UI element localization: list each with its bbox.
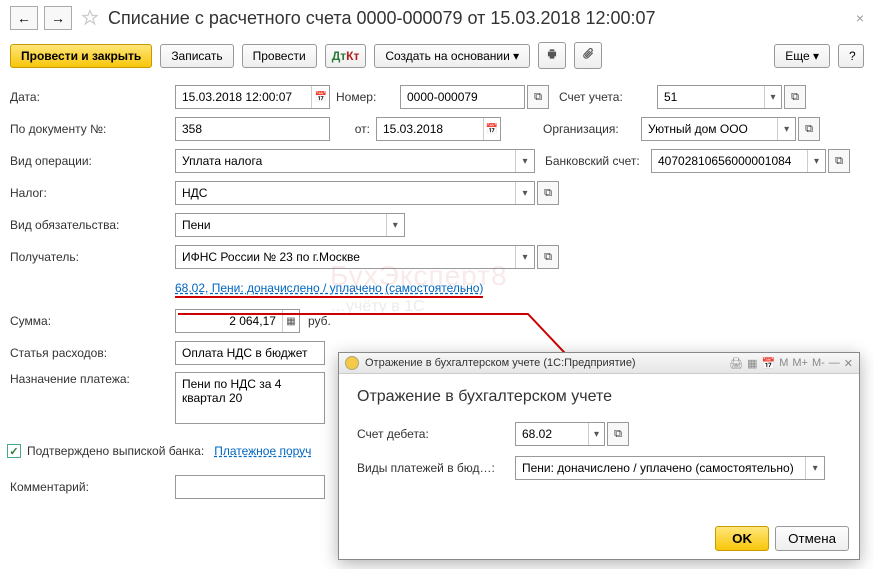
sum-label: Сумма: [10,314,175,328]
bank-label: Банковский счет: [535,154,651,168]
dropdown-icon[interactable]: ▾ [777,118,795,140]
forward-button[interactable]: → [44,6,72,30]
modal-titlebar: Отражение в бухгалтерском учете (1С:Пред… [339,353,859,374]
obligation-field[interactable]: ▾ [175,213,405,237]
account-ext-button[interactable]: ⧉ [784,85,806,109]
number-field[interactable] [400,85,525,109]
payment-order-link[interactable]: Платежное поруч [214,444,311,458]
tool-grid-icon[interactable]: ▦ [747,357,757,370]
purpose-field[interactable]: Пени по НДС за 4 квартал 20 [175,372,325,424]
operation-label: Вид операции: [10,154,175,168]
modal-heading: Отражение в бухгалтерском учете [357,388,841,406]
dropdown-icon[interactable]: ▾ [588,423,604,445]
tax-field[interactable]: ▾ [175,181,535,205]
from-label: от: [330,122,370,136]
confirmed-label: Подтверждено выпиской банка: [27,444,204,458]
save-button[interactable]: Записать [160,44,233,68]
date-label: Дата: [10,90,175,104]
page-title: Списание с расчетного счета 0000-000079 … [108,8,850,29]
number-ext-button[interactable]: ⧉ [527,85,549,109]
dropdown-icon[interactable]: ▾ [807,150,825,172]
obligation-label: Вид обязательства: [10,218,175,232]
favorite-star-icon[interactable] [80,8,100,28]
toolbar: Провести и закрыть Записать Провести ДтК… [0,36,874,80]
account-label: Счет учета: [549,90,649,104]
print-button[interactable] [538,42,566,69]
org-label: Организация: [533,122,633,136]
account-field[interactable]: ▾ [657,85,782,109]
window-header: ← → Списание с расчетного счета 0000-000… [0,0,874,36]
tool-calendar-icon[interactable]: 📅 [761,357,775,370]
close-icon[interactable]: × [856,10,864,26]
modal-minimize-icon[interactable]: — [829,357,840,370]
dt-kt-button[interactable]: ДтКт [325,44,367,68]
bank-field[interactable]: ▾ [651,149,826,173]
comment-label: Комментарий: [10,480,175,494]
expense-label: Статья расходов: [10,346,175,360]
number-label: Номер: [330,90,400,104]
payee-label: Получатель: [10,250,175,264]
cancel-button[interactable]: Отмена [775,526,849,551]
expense-field[interactable] [175,341,325,365]
debit-field[interactable]: ▾ [515,422,605,446]
dropdown-icon[interactable]: ▾ [515,246,534,268]
paperclip-icon [581,47,595,61]
modal-window-title: Отражение в бухгалтерском учете (1С:Пред… [365,357,636,369]
docnum-field[interactable] [175,117,330,141]
calculator-icon[interactable]: ▦ [282,310,299,332]
tool-m-plus[interactable]: M+ [792,357,808,370]
debit-ext-button[interactable]: ⧉ [607,422,629,446]
calendar-icon[interactable]: 📅 [483,118,500,140]
accounting-modal: Отражение в бухгалтерском учете (1С:Пред… [338,352,860,560]
docnum-label: По документу №: [10,122,175,136]
dropdown-icon[interactable]: ▾ [805,457,824,479]
app-icon [345,356,359,370]
org-ext-button[interactable]: ⧉ [798,117,820,141]
purpose-label: Назначение платежа: [10,372,175,386]
ok-button[interactable]: OK [715,526,769,551]
bank-ext-button[interactable]: ⧉ [828,149,850,173]
tool-m[interactable]: M [779,357,788,370]
dropdown-icon[interactable]: ▾ [386,214,404,236]
paytype-label: Виды платежей в бюд…: [357,461,515,475]
calendar-icon[interactable]: 📅 [311,86,329,108]
accounting-link[interactable]: 68.02, Пени: доначислено / уплачено (сам… [175,281,483,298]
payee-field[interactable]: ▾ [175,245,535,269]
attach-button[interactable] [574,42,602,69]
back-button[interactable]: ← [10,6,38,30]
org-field[interactable]: ▾ [641,117,796,141]
debit-label: Счет дебета: [357,427,515,441]
date-field[interactable]: 📅 [175,85,330,109]
payee-ext-button[interactable]: ⧉ [537,245,559,269]
tax-ext-button[interactable]: ⧉ [537,181,559,205]
confirmed-checkbox[interactable]: ✓ [7,444,21,458]
operation-field[interactable]: ▾ [175,149,535,173]
from-date-field[interactable]: 📅 [376,117,501,141]
post-and-close-button[interactable]: Провести и закрыть [10,44,152,68]
help-button[interactable]: ? [838,44,864,68]
more-button[interactable]: Еще ▾ [774,44,830,68]
dropdown-icon[interactable]: ▾ [764,86,781,108]
create-based-on-button[interactable]: Создать на основании ▾ [374,44,530,68]
dropdown-icon[interactable]: ▾ [515,150,534,172]
comment-field[interactable] [175,475,325,499]
dropdown-icon[interactable]: ▾ [515,182,534,204]
modal-close-icon[interactable]: ✕ [844,357,853,370]
sum-unit: руб. [308,314,331,328]
sum-field[interactable]: ▦ [175,309,300,333]
post-button[interactable]: Провести [242,44,317,68]
paytype-field[interactable]: ▾ [515,456,825,480]
tool-print-icon[interactable]: 🖨 [729,357,743,370]
tax-label: Налог: [10,186,175,200]
tool-m-minus[interactable]: M- [812,357,825,370]
printer-icon [545,47,559,61]
